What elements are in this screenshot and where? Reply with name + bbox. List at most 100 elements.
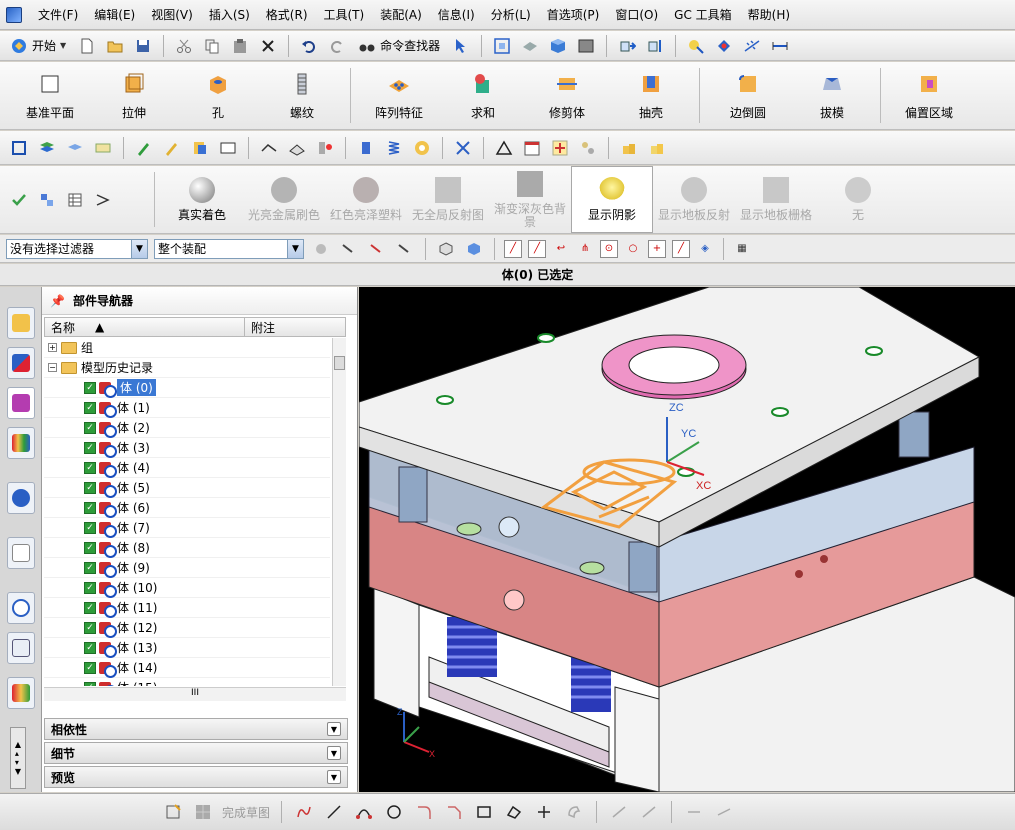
- visibility-checkbox[interactable]: ✓: [84, 641, 96, 654]
- fit-view-button[interactable]: [491, 35, 513, 57]
- tree-body-row[interactable]: ✓ 体 (9): [44, 558, 330, 578]
- select-solid-button[interactable]: [463, 238, 485, 260]
- add-component-button[interactable]: [616, 35, 638, 57]
- visibility-checkbox[interactable]: ✓: [84, 541, 96, 554]
- snap-quadrant-button[interactable]: ○: [624, 240, 642, 258]
- selection-option-2[interactable]: [338, 238, 360, 260]
- navigator-hscroll[interactable]: III: [44, 687, 346, 701]
- visibility-checkbox[interactable]: ✓: [84, 461, 96, 474]
- draft-button[interactable]: 拔模: [790, 62, 874, 129]
- vscroll-thumb[interactable]: [334, 356, 345, 370]
- layer-settings-button[interactable]: [64, 137, 86, 159]
- tree-body-row[interactable]: ✓ 体 (12): [44, 618, 330, 638]
- datum-plane-button[interactable]: 基准平面: [8, 62, 92, 129]
- unite-button[interactable]: 求和: [441, 62, 525, 129]
- snap-intersection-button[interactable]: ⋔: [576, 240, 594, 258]
- dependencies-panel[interactable]: 相依性 ▼: [44, 718, 348, 740]
- menu-file[interactable]: 文件(F): [30, 6, 86, 23]
- visibility-checkbox[interactable]: ✓: [84, 501, 96, 514]
- visibility-checkbox[interactable]: ✓: [84, 681, 96, 686]
- sketch-tools-button[interactable]: [314, 137, 336, 159]
- tree-body-row[interactable]: ✓ 体 (10): [44, 578, 330, 598]
- thread-button[interactable]: 螺纹: [260, 62, 344, 129]
- render-style-button[interactable]: [547, 35, 569, 57]
- edge-blend-button[interactable]: 边倒圆: [706, 62, 790, 129]
- menu-gc-toolbox[interactable]: GC 工具箱: [666, 6, 740, 23]
- select-body-button[interactable]: [435, 238, 457, 260]
- tree-body-row[interactable]: ✓ 体 (15): [44, 678, 330, 686]
- visibility-checkbox[interactable]: ✓: [84, 401, 96, 414]
- visibility-checkbox[interactable]: ✓: [84, 381, 96, 394]
- true-shading-button[interactable]: 真实着色: [161, 166, 243, 233]
- fillet-button[interactable]: [413, 801, 435, 823]
- wave-link-button[interactable]: [685, 35, 707, 57]
- open-button[interactable]: [104, 35, 126, 57]
- tree-body-row[interactable]: ✓ 体 (8): [44, 538, 330, 558]
- type-filter-combo[interactable]: 没有选择过滤器 ▼: [6, 238, 148, 259]
- selection-scope-combo[interactable]: 整个装配 ▼: [154, 238, 304, 259]
- visibility-checkbox[interactable]: ✓: [84, 621, 96, 634]
- tree-body-row[interactable]: ✓ 体 (4): [44, 458, 330, 478]
- part-family-button[interactable]: [577, 137, 599, 159]
- navigator-vscroll[interactable]: [332, 338, 346, 686]
- menu-assembly[interactable]: 装配(A): [372, 6, 430, 23]
- tree-body-row[interactable]: ✓ 体 (6): [44, 498, 330, 518]
- pin-icon[interactable]: 📌: [50, 294, 65, 308]
- visibility-checkbox[interactable]: ✓: [84, 421, 96, 434]
- mold-wizard-button[interactable]: [618, 137, 640, 159]
- part-navigator-tab[interactable]: [7, 387, 35, 419]
- mold-tools-button[interactable]: [646, 137, 668, 159]
- sketch-button[interactable]: [162, 801, 184, 823]
- view-orient-button[interactable]: [519, 35, 541, 57]
- selection-option-1[interactable]: [310, 238, 332, 260]
- process-studio-tab[interactable]: [7, 632, 35, 664]
- snap-face-button[interactable]: ◈: [696, 240, 714, 258]
- constraints-button[interactable]: [683, 801, 705, 823]
- tree-body-row[interactable]: ✓ 体 (7): [44, 518, 330, 538]
- calendar-button[interactable]: [521, 137, 543, 159]
- arc-button[interactable]: [353, 801, 375, 823]
- hole-button[interactable]: 孔: [176, 62, 260, 129]
- menu-edit[interactable]: 编辑(E): [86, 6, 143, 23]
- visibility-checkbox[interactable]: ✓: [84, 601, 96, 614]
- check-button[interactable]: [8, 189, 30, 211]
- layers-button[interactable]: [36, 137, 58, 159]
- hide-button[interactable]: [189, 137, 211, 159]
- clearance-button[interactable]: [92, 189, 114, 211]
- tree-body-row[interactable]: ✓ 体 (11): [44, 598, 330, 618]
- finish-sketch-icon-button[interactable]: [192, 801, 214, 823]
- quick-extend-button[interactable]: [638, 801, 660, 823]
- metal-brush-button[interactable]: 光亮金属刷色: [243, 166, 325, 233]
- menu-info[interactable]: 信息(I): [430, 6, 483, 23]
- paste-button[interactable]: [229, 35, 251, 57]
- label-button[interactable]: [92, 137, 114, 159]
- triangle-button[interactable]: [493, 137, 515, 159]
- hd3d-tools-tab[interactable]: [7, 482, 35, 514]
- point-button[interactable]: [533, 801, 555, 823]
- visibility-checkbox[interactable]: ✓: [84, 661, 96, 674]
- visibility-checkbox[interactable]: ✓: [84, 481, 96, 494]
- menu-tools[interactable]: 工具(T): [316, 6, 373, 23]
- snap-curve-button[interactable]: ↩: [552, 240, 570, 258]
- snap-grid-button[interactable]: ▦: [733, 240, 751, 258]
- move-component-button[interactable]: [644, 35, 666, 57]
- line-button[interactable]: [323, 801, 345, 823]
- spring-button[interactable]: [383, 137, 405, 159]
- table-check-button[interactable]: [64, 189, 86, 211]
- copy-button[interactable]: [201, 35, 223, 57]
- gradient-background-button[interactable]: 渐变深灰色背景: [489, 166, 571, 233]
- visibility-checkbox[interactable]: ✓: [84, 521, 96, 534]
- rectangle-button[interactable]: [473, 801, 495, 823]
- menu-format[interactable]: 格式(R): [258, 6, 316, 23]
- tree-history-row[interactable]: − 模型历史记录: [44, 358, 330, 378]
- menu-insert[interactable]: 插入(S): [201, 6, 258, 23]
- floor-reflection-button[interactable]: 显示地板反射: [653, 166, 735, 233]
- visibility-checkbox[interactable]: ✓: [84, 441, 96, 454]
- trim-body-button[interactable]: 修剪体: [525, 62, 609, 129]
- roles-tab[interactable]: [7, 677, 35, 709]
- menu-preferences[interactable]: 首选项(P): [539, 6, 608, 23]
- undo-button[interactable]: [298, 35, 320, 57]
- new-file-button[interactable]: [76, 35, 98, 57]
- tree-body-row[interactable]: ✓ 体 (14): [44, 658, 330, 678]
- extrude-button[interactable]: 拉伸: [92, 62, 176, 129]
